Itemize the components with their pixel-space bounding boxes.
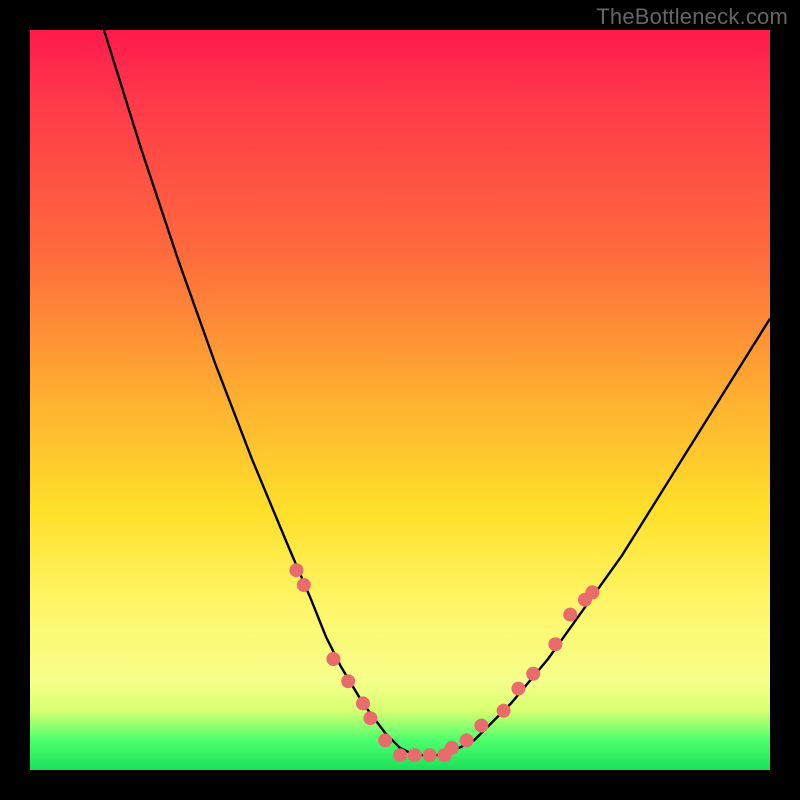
curve-marker [408, 748, 422, 762]
curve-marker [393, 748, 407, 762]
curve-svg [30, 30, 770, 770]
curve-marker [363, 711, 377, 725]
curve-marker [297, 578, 311, 592]
bottleneck-curve-path [104, 30, 770, 755]
curve-marker [445, 741, 459, 755]
curve-marker [511, 682, 525, 696]
curve-marker [341, 674, 355, 688]
curve-marker [585, 585, 599, 599]
curve-marker [474, 719, 488, 733]
curve-marker [356, 696, 370, 710]
curve-markers [289, 563, 599, 762]
watermark-text: TheBottleneck.com [596, 4, 788, 30]
plot-area [30, 30, 770, 770]
curve-marker [423, 748, 437, 762]
curve-marker [563, 608, 577, 622]
curve-marker [497, 704, 511, 718]
curve-marker [326, 652, 340, 666]
curve-marker [526, 667, 540, 681]
curve-marker [460, 733, 474, 747]
chart-stage: TheBottleneck.com [0, 0, 800, 800]
curve-marker [378, 733, 392, 747]
curve-marker [289, 563, 303, 577]
curve-marker [548, 637, 562, 651]
